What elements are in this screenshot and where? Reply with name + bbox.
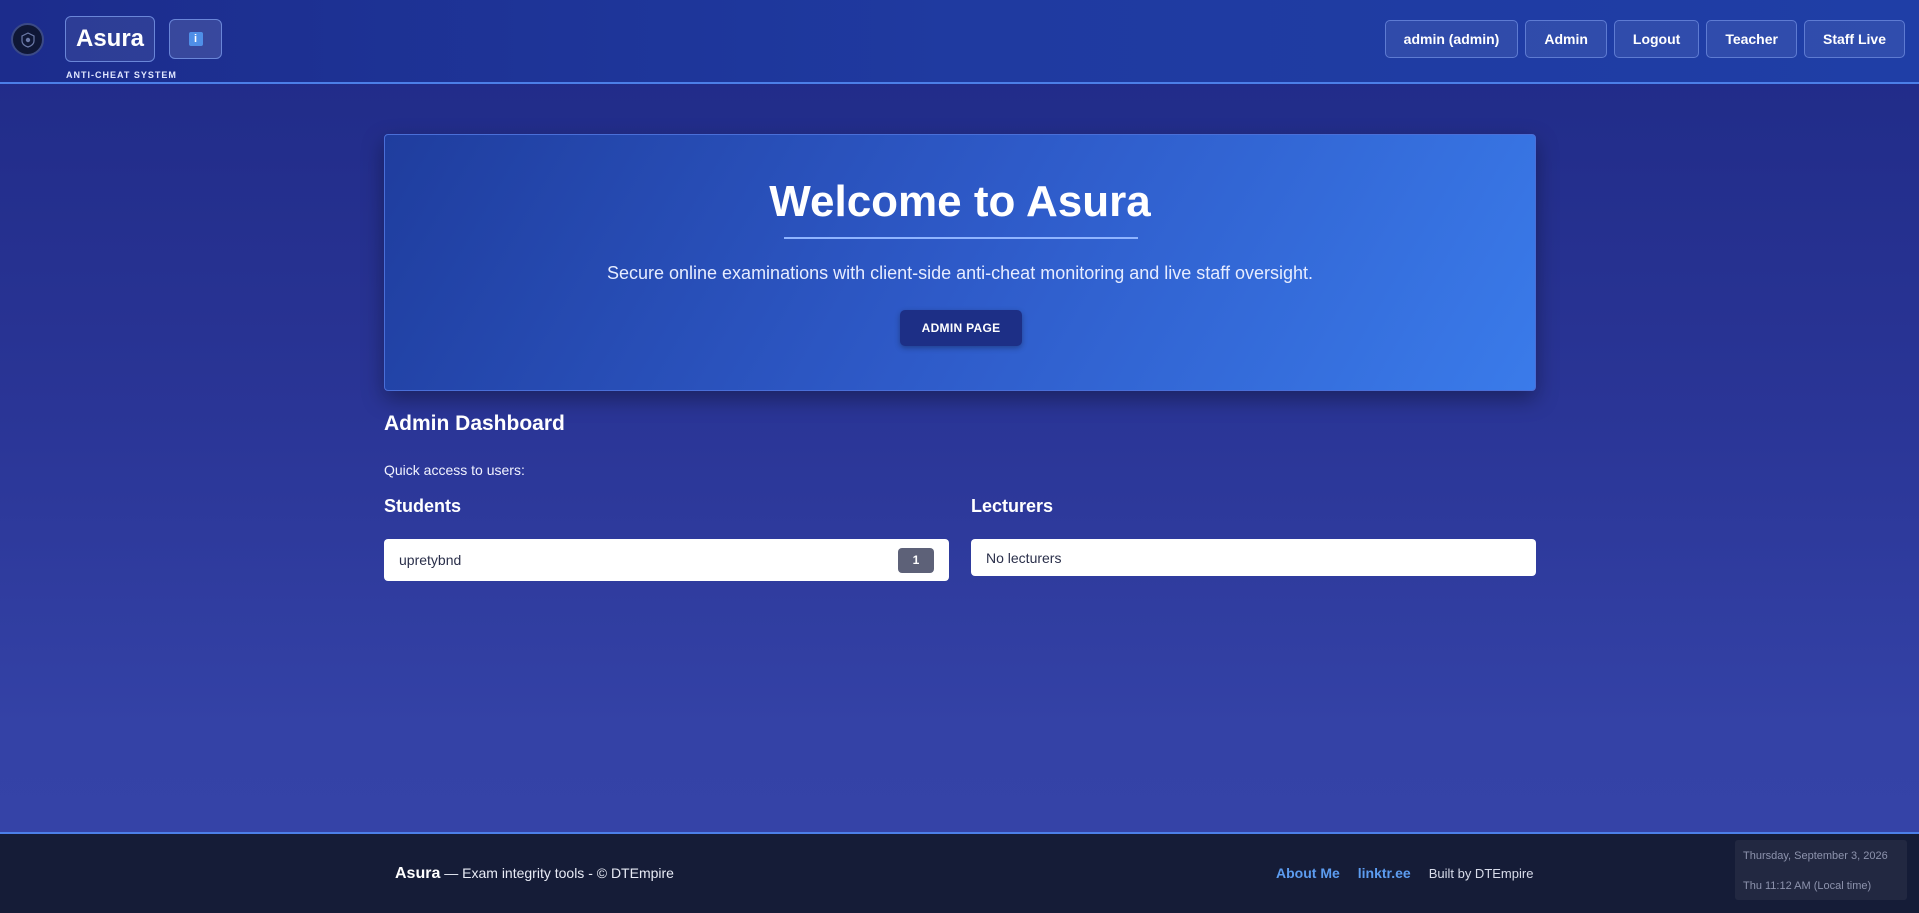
footer-info: Asura — Exam integrity tools - © DTEmpir…	[395, 865, 674, 883]
student-list-item[interactable]: upretybnd 1	[384, 539, 949, 581]
dashboard-title: Admin Dashboard	[384, 412, 565, 435]
linktree-link[interactable]: linktr.ee	[1358, 865, 1411, 881]
hero-banner: Welcome to Asura Secure online examinati…	[384, 134, 1536, 391]
brand-subtitle: ANTI-CHEAT SYSTEM	[66, 70, 177, 80]
students-heading: Students	[384, 496, 462, 516]
nav-teacher-button[interactable]: Teacher	[1706, 20, 1797, 58]
info-icon: i	[188, 32, 203, 46]
footer: Asura — Exam integrity tools - © DTEmpir…	[0, 832, 1919, 913]
clock-widget: Thursday, September 3, 2026 Thu 11:12 AM…	[1735, 840, 1907, 900]
nav-user-button[interactable]: admin (admin)	[1384, 20, 1519, 58]
admin-page-button[interactable]: ADMIN PAGE	[900, 310, 1022, 346]
shield-logo-icon	[20, 31, 35, 48]
nav-logout-button[interactable]: Logout	[1613, 20, 1700, 58]
brand-link[interactable]: Asura	[65, 16, 155, 62]
lecturers-empty-text: No lecturers	[986, 549, 1062, 566]
nav-staff-live-button[interactable]: Staff Live	[1803, 20, 1905, 58]
hero-title: Welcome to Asura	[769, 177, 1151, 226]
built-by-text: Built by DTEmpire	[1428, 866, 1534, 881]
top-navbar: Asura ANTI-CHEAT SYSTEM i admin (admin) …	[0, 0, 1919, 84]
clock-date: Thursday, September 3, 2026	[1743, 850, 1888, 862]
hero-title-underline	[784, 237, 1138, 239]
student-count-badge: 1	[898, 547, 934, 573]
footer-tagline: — Exam integrity tools - © DTEmpire	[444, 865, 674, 881]
nav-admin-button[interactable]: Admin	[1525, 20, 1607, 58]
hero-subtitle: Secure online examinations with client-s…	[606, 263, 1314, 283]
about-me-link[interactable]: About Me	[1276, 865, 1340, 881]
brand-name: Asura	[75, 25, 145, 52]
footer-brand: Asura	[395, 865, 441, 882]
clock-time: Thu 11:12 AM (Local time)	[1743, 880, 1872, 892]
lecturers-heading: Lecturers	[971, 496, 1054, 516]
student-name: upretybnd	[399, 552, 462, 568]
lecturers-empty-item: No lecturers	[971, 539, 1536, 576]
logo-icon[interactable]	[11, 23, 44, 56]
nav-menu: admin (admin) Admin Logout Teacher Staff…	[1384, 20, 1905, 58]
dashboard-subtitle: Quick access to users:	[384, 462, 525, 478]
footer-links: About Me linktr.ee Built by DTEmpire	[1276, 865, 1533, 881]
info-button[interactable]: i	[169, 19, 222, 59]
